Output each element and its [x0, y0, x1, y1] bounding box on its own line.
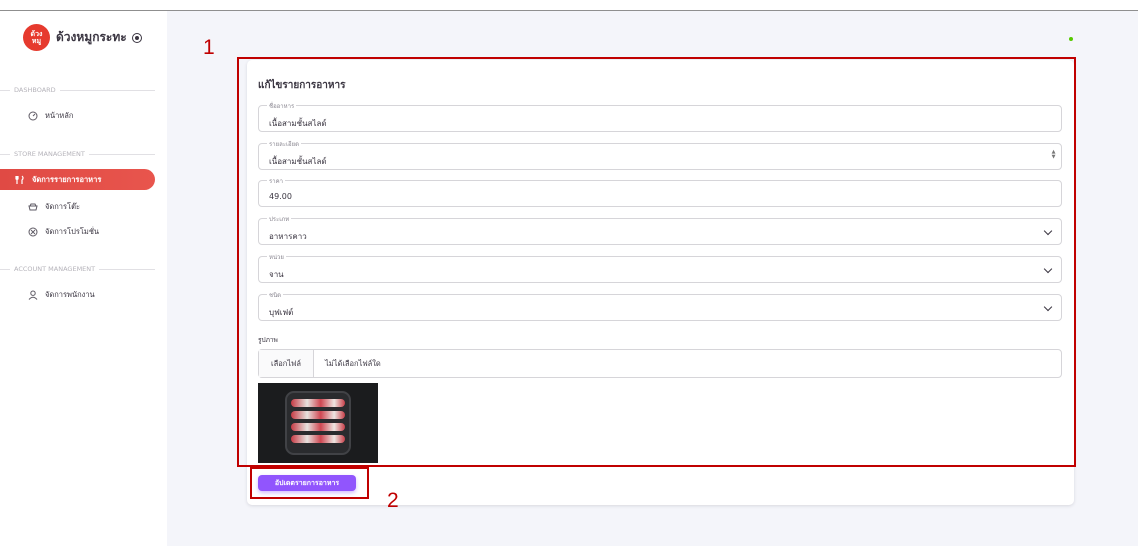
brand[interactable]: ด้วง หมู ด้วงหมูกระทะ	[23, 24, 142, 51]
sidebar-item-label: จัดการพนักงาน	[45, 289, 95, 299]
sidebar-item-promotion-management[interactable]: จัดการโปรโมชั่น	[0, 221, 155, 242]
sidebar-item-label: จัดการโต๊ะ	[45, 201, 80, 211]
sidebar-item-label: จัดการโปรโมชั่น	[45, 226, 100, 236]
section-title: ACCOUNT MANAGEMENT	[14, 265, 96, 273]
sidebar-item-label: หน้าหลัก	[45, 110, 74, 120]
sidebar-item-table-management[interactable]: จัดการโต๊ะ	[0, 196, 155, 217]
section-title: DASHBOARD	[14, 86, 56, 94]
sidebar-item-home[interactable]: หน้าหลัก	[0, 105, 155, 126]
annotation-box-2	[250, 467, 369, 499]
sidebar: ด้วง หมู ด้วงหมูกระทะ DASHBOARD หน้าหลัก …	[0, 11, 167, 546]
promotion-badge-icon	[27, 226, 38, 237]
sidebar-toggle-radio-icon[interactable]	[131, 32, 142, 43]
sidebar-item-label: จัดการรายการอาหาร	[32, 174, 102, 184]
dashboard-gauge-icon	[27, 110, 38, 121]
user-icon	[27, 289, 38, 300]
section-account-management: ACCOUNT MANAGEMENT	[0, 263, 155, 275]
annotation-label-2: 2	[387, 489, 399, 512]
sidebar-item-food-management[interactable]: จัดการรายการอาหาร	[0, 169, 155, 190]
section-title: STORE MANAGEMENT	[14, 150, 85, 158]
status-dot	[1069, 37, 1073, 41]
section-store-management: STORE MANAGEMENT	[0, 148, 155, 160]
table-icon	[27, 201, 38, 212]
brand-name: ด้วงหมูกระทะ	[56, 30, 127, 44]
annotation-label-1: 1	[203, 36, 215, 59]
sidebar-item-staff-management[interactable]: จัดการพนักงาน	[0, 284, 155, 305]
fork-knife-icon	[14, 174, 25, 185]
section-dashboard: DASHBOARD	[0, 84, 155, 96]
brand-logo: ด้วง หมู	[23, 24, 50, 51]
annotation-box-1	[237, 57, 1076, 467]
